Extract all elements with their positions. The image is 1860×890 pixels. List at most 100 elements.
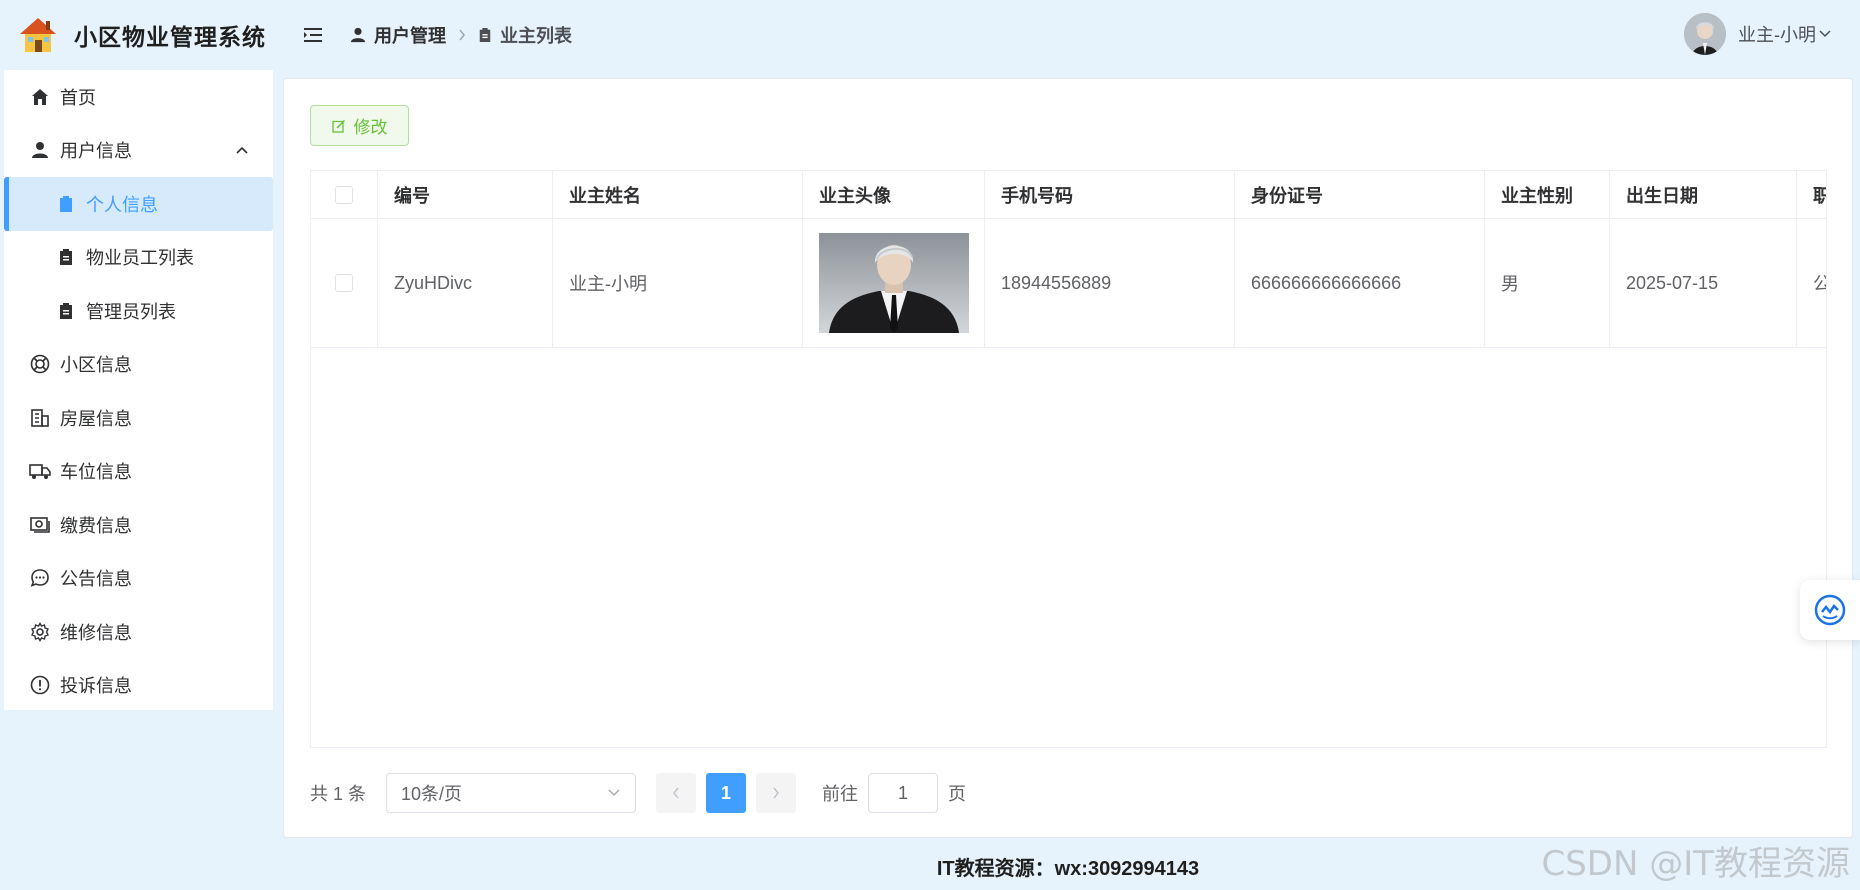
app-logo: 小区物业管理系统: [0, 0, 276, 70]
user-dropdown[interactable]: 业主-小明: [1684, 13, 1832, 55]
chevron-up-icon: [236, 147, 248, 154]
sidebar-item-admin-list[interactable]: 管理员列表: [4, 284, 273, 338]
pagination: 共 1 条 10条/页 1 前往 1 页: [310, 773, 966, 813]
avatar: [1684, 13, 1726, 55]
breadcrumb-label: 用户管理: [374, 26, 446, 46]
prev-page-button[interactable]: [656, 773, 697, 813]
floating-assistant-button[interactable]: [1800, 580, 1860, 640]
row-checkbox-cell: [311, 219, 378, 347]
user-icon: [350, 27, 366, 43]
breadcrumb-item-user-management[interactable]: 用户管理: [350, 22, 446, 48]
column-header[interactable]: 业主头像: [803, 171, 985, 218]
clipboard-icon: [54, 192, 78, 216]
breadcrumb-separator-icon: [458, 25, 466, 46]
pagination-total: 共 1 条: [310, 784, 367, 804]
sidebar: 小区物业管理系统 首页 用户信息 个人信息 物业员工列表 管理员列表 小区信息 …: [0, 0, 276, 890]
warning-icon: [28, 673, 52, 697]
column-header[interactable]: 编号: [378, 171, 553, 218]
edit-button[interactable]: 修改: [310, 105, 409, 146]
menu-fold-icon: [304, 28, 322, 42]
sidebar-item-label: 投诉信息: [60, 676, 132, 697]
column-header[interactable]: 身份证号: [1235, 171, 1485, 218]
table-header-row: 编号 业主姓名 业主头像 手机号码 身份证号 业主性别 出生日期 职: [311, 171, 1826, 219]
cell-birth-date: 2025-07-15: [1610, 219, 1797, 347]
user-icon: [28, 138, 52, 162]
clipboard-icon: [479, 28, 491, 42]
row-checkbox[interactable]: [335, 274, 353, 292]
column-header[interactable]: 职: [1797, 171, 1826, 218]
top-header: 用户管理 业主列表 业主-小明: [276, 0, 1860, 70]
cell-gender: 男: [1485, 219, 1610, 347]
clipboard-icon: [54, 245, 78, 269]
sidebar-item-label: 首页: [60, 87, 96, 108]
sidebar-item-complaint-info[interactable]: 投诉信息: [4, 659, 273, 713]
sidebar-item-label: 用户信息: [60, 141, 132, 162]
sidebar-item-label: 物业员工列表: [86, 248, 194, 269]
chevron-down-icon: [1819, 30, 1831, 38]
breadcrumb-label: 业主列表: [500, 26, 572, 46]
next-page-button[interactable]: [756, 773, 797, 813]
goto-page-input[interactable]: 1: [868, 773, 939, 813]
sidebar-menu: 首页 用户信息 个人信息 物业员工列表 管理员列表 小区信息 房屋信息 车位信息…: [4, 70, 273, 710]
sidebar-item-label: 车位信息: [60, 462, 132, 483]
goto-label: 前往: [822, 784, 859, 804]
truck-icon: [28, 459, 52, 483]
column-header[interactable]: 出生日期: [1610, 171, 1797, 218]
breadcrumb-item-owner-list: 业主列表: [478, 22, 572, 48]
header-checkbox-cell: [311, 171, 378, 218]
column-header[interactable]: 业主姓名: [553, 171, 803, 218]
sidebar-item-notice-info[interactable]: 公告信息: [4, 552, 273, 606]
select-all-checkbox[interactable]: [335, 185, 353, 204]
breadcrumb: 用户管理 业主列表: [350, 22, 572, 48]
chevron-right-icon: [773, 787, 779, 799]
sidebar-item-label: 管理员列表: [86, 301, 176, 322]
sidebar-item-house-info[interactable]: 房屋信息: [4, 391, 273, 445]
column-header[interactable]: 业主性别: [1485, 171, 1610, 218]
owner-avatar-image[interactable]: [819, 233, 969, 333]
app-title: 小区物业管理系统: [74, 24, 266, 50]
chevron-left-icon: [673, 787, 679, 799]
table-row[interactable]: ZyuHDivc 业主-小明 18944556889 6666666666666…: [311, 219, 1826, 348]
cell-phone: 18944556889: [985, 219, 1235, 347]
sidebar-item-repair-info[interactable]: 维修信息: [4, 605, 273, 659]
page-unit-label: 页: [948, 784, 967, 804]
edit-button-label: 修改: [353, 118, 388, 137]
clipboard-icon: [54, 299, 78, 323]
home-icon: [28, 85, 52, 109]
chat-icon: [28, 566, 52, 590]
cell-job: 公: [1797, 219, 1826, 347]
sidebar-item-parking-info[interactable]: 车位信息: [4, 445, 273, 499]
sidebar-item-label: 房屋信息: [60, 408, 132, 429]
sidebar-item-payment-info[interactable]: 缴费信息: [4, 498, 273, 552]
lifebuoy-icon: [28, 352, 52, 376]
cell-id-card: 666666666666666: [1235, 219, 1485, 347]
column-header[interactable]: 手机号码: [985, 171, 1235, 218]
sidebar-item-label: 缴费信息: [60, 515, 132, 536]
sidebar-item-label: 公告信息: [60, 569, 132, 590]
sidebar-item-label: 维修信息: [60, 622, 132, 643]
sidebar-item-label: 小区信息: [60, 355, 132, 376]
sidebar-item-user-info[interactable]: 用户信息: [4, 124, 273, 178]
gear-icon: [28, 620, 52, 644]
page-size-value: 10条/页: [401, 784, 463, 804]
sidebar-item-staff-list[interactable]: 物业员工列表: [4, 231, 273, 285]
sidebar-item-home[interactable]: 首页: [4, 70, 273, 124]
cell-name: 业主-小明: [553, 219, 803, 347]
user-name: 业主-小明: [1738, 25, 1816, 45]
sidebar-item-label: 个人信息: [86, 194, 158, 215]
menu-fold-button[interactable]: [302, 24, 324, 46]
money-icon: [28, 513, 52, 537]
cell-id: ZyuHDivc: [378, 219, 553, 347]
watermark: CSDN @IT教程资源: [1541, 844, 1850, 884]
chevron-down-icon: [608, 789, 620, 797]
sidebar-item-personal-info[interactable]: 个人信息: [4, 177, 273, 231]
page-size-select[interactable]: 10条/页: [386, 773, 637, 813]
building-icon: [28, 406, 52, 430]
assistant-icon: [1814, 594, 1846, 626]
edit-icon: [331, 119, 345, 133]
owner-table: 编号 业主姓名 业主头像 手机号码 身份证号 业主性别 出生日期 职 ZyuHD…: [310, 170, 1827, 748]
sidebar-item-community-info[interactable]: 小区信息: [4, 338, 273, 392]
main-panel: 修改 编号 业主姓名 业主头像 手机号码 身份证号 业主性别 出生日期 职 Zy…: [283, 78, 1853, 838]
page-number-button[interactable]: 1: [706, 773, 747, 813]
cell-avatar: [803, 219, 985, 347]
